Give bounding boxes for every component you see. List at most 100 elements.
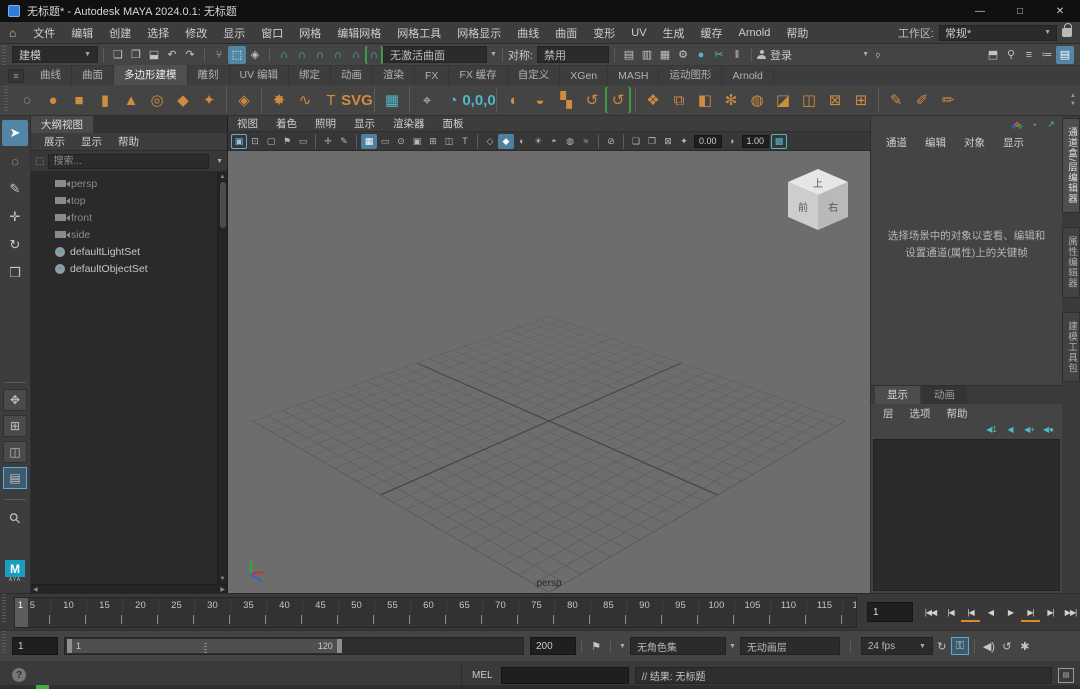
film-gate-icon[interactable]: ▭ — [377, 134, 393, 149]
svg-tool-icon[interactable]: SVG — [344, 87, 370, 113]
scale-tool[interactable]: ❒ — [2, 260, 28, 286]
gate-mask-icon[interactable]: ▣ — [409, 134, 425, 149]
zero-pivot-icon[interactable]: 0,0,0 — [466, 87, 492, 113]
smooth-shade-icon[interactable]: ◆ — [498, 134, 514, 149]
new-scene-icon[interactable]: ❏ — [109, 46, 127, 64]
step-back-frame-button[interactable]: |◀ — [941, 602, 960, 622]
center-pivot-icon[interactable]: ⌖ — [414, 87, 440, 113]
exposure-icon[interactable]: ✦ — [676, 134, 692, 149]
fullscreen-icon[interactable]: ⊠ — [660, 134, 676, 149]
menu-item[interactable]: 编辑 — [916, 133, 955, 151]
layer-editor-tab[interactable]: 动画 — [922, 386, 967, 404]
outliner-persp-layout-button[interactable]: ▤ — [3, 467, 27, 489]
exposure-field[interactable]: 0.00 — [694, 135, 722, 148]
chevron-down-icon[interactable]: ▼ — [619, 643, 626, 650]
undo-icon[interactable]: ↶ — [163, 46, 181, 64]
outliner-tab[interactable]: 大纲视图 — [31, 116, 93, 133]
menu-item[interactable]: 网格 — [291, 22, 329, 43]
polygon-cone-icon[interactable]: ▲ — [118, 87, 144, 113]
menu-item[interactable]: 显示 — [74, 133, 109, 150]
tool-settings-toggle-icon[interactable]: ≔ — [1038, 46, 1056, 64]
smooth-icon[interactable]: ✻ — [718, 87, 744, 113]
humanik-toggle-icon[interactable]: ⚲ — [1002, 46, 1020, 64]
sidebar-tab[interactable]: 属性编辑器 — [1062, 227, 1080, 298]
isolate-select-icon[interactable]: ⊘ — [603, 134, 619, 149]
bevel-icon[interactable]: ◪ — [770, 87, 796, 113]
playback-end-field[interactable] — [530, 637, 576, 655]
shelf-tab[interactable]: 渲染 — [373, 65, 415, 85]
shelf-scroll-arrows[interactable]: ▲ ▼ — [1070, 93, 1080, 107]
step-forward-key-button[interactable]: ▶| — [1021, 602, 1040, 622]
menu-item[interactable]: 帮助 — [111, 133, 146, 150]
bookmark-icon[interactable]: ⚑ — [587, 637, 605, 655]
make-live-icon[interactable]: ∩ — [365, 46, 383, 64]
camera-attributes-icon[interactable]: ▢ — [263, 134, 279, 149]
workspace-select[interactable]: 常规* ▼ — [939, 25, 1057, 41]
menu-item[interactable]: 对象 — [955, 133, 994, 151]
view-cube[interactable]: 上 前 右 — [788, 169, 848, 233]
render-view-icon[interactable]: ▤ — [620, 46, 638, 64]
manipulator-icon[interactable]: ✥ — [1010, 118, 1024, 132]
move-tool[interactable]: ✛ — [2, 204, 28, 230]
chevron-down-icon[interactable]: ▼ — [216, 158, 223, 165]
menu-item[interactable]: UV — [623, 22, 654, 43]
chevron-down-icon[interactable]: ▼ — [729, 643, 736, 650]
quad-draw-icon[interactable]: ✎ — [883, 87, 909, 113]
rotate-tool[interactable]: ↻ — [2, 232, 28, 258]
menu-item[interactable]: 选项 — [902, 404, 939, 422]
script-editor-icon[interactable]: ▤ — [1058, 668, 1074, 683]
wheel-icon[interactable]: ◍ — [744, 87, 770, 113]
lasso-select-tool[interactable]: ◌ — [2, 148, 28, 174]
sidebar-tab[interactable]: 通道盒/层编辑器 — [1062, 118, 1080, 213]
wireframe-icon[interactable]: ◇ — [482, 134, 498, 149]
live-surface-field[interactable]: 无激活曲面 — [383, 46, 487, 63]
shelf-tab[interactable]: FX 缓存 — [449, 65, 507, 85]
symmetry-select[interactable]: 禁用 — [537, 46, 609, 63]
mirror-icon[interactable]: ◫ — [796, 87, 822, 113]
menu-item[interactable]: 窗口 — [253, 22, 291, 43]
menu-item[interactable]: 帮助 — [778, 22, 816, 43]
snap-to-curve-icon[interactable]: ∩ — [293, 46, 311, 64]
menu-set-select[interactable]: 建模 ▼ — [12, 46, 98, 63]
animation-preferences-icon[interactable]: ✱ — [1016, 637, 1034, 655]
snap-to-point-icon[interactable]: ∩ — [311, 46, 329, 64]
help-icon[interactable]: ? — [12, 668, 26, 682]
single-pane-layout-button[interactable]: ✥ — [3, 389, 27, 411]
gamma-icon[interactable]: ◑ — [724, 134, 740, 149]
render-current-frame-icon[interactable]: ▥ — [638, 46, 656, 64]
search-input[interactable] — [48, 154, 209, 169]
paint-select-tool[interactable]: ✎ — [2, 176, 28, 202]
circularize-icon[interactable]: ◐ — [501, 87, 527, 113]
snapshot-icon[interactable]: ❏ — [628, 134, 644, 149]
menu-item[interactable]: Arnold — [731, 22, 779, 43]
redo-icon[interactable]: ↷ — [181, 46, 199, 64]
outliner-item[interactable]: defaultObjectSet — [31, 260, 217, 277]
component-mode-icon[interactable]: ◈ — [246, 46, 264, 64]
search-icon[interactable]: ⌕ — [865, 42, 890, 67]
separate-icon[interactable]: ⧉ — [666, 87, 692, 113]
polygon-sphere-icon[interactable]: ● — [40, 87, 66, 113]
shelf-menu-icon[interactable]: ≡ — [8, 69, 24, 83]
channel-box-toggle-icon[interactable]: ▤ — [1056, 46, 1074, 64]
render-setup-icon[interactable]: ✂ — [710, 46, 728, 64]
close-button[interactable]: ✕ — [1040, 0, 1080, 22]
play-backward-button[interactable]: ◀ — [981, 602, 1000, 622]
loop-toggle-icon[interactable]: ↻ — [933, 637, 951, 655]
polygon-torus-icon[interactable]: ◎ — [144, 87, 170, 113]
menu-item[interactable]: 文件 — [25, 22, 63, 43]
remesh-icon[interactable]: ⊞ — [848, 87, 874, 113]
pause-viewport-icon[interactable]: ‖ — [728, 46, 746, 64]
shelf-tab[interactable]: UV 编辑 — [230, 65, 290, 85]
shelf-tab[interactable]: 自定义 — [508, 65, 561, 85]
multi-cut-icon[interactable]: ✐ — [909, 87, 935, 113]
ipr-render-icon[interactable]: ▦ — [656, 46, 674, 64]
menu-item[interactable]: 显示 — [345, 116, 384, 131]
menu-item[interactable]: 帮助 — [939, 404, 976, 422]
go-to-end-button[interactable]: ▶▶| — [1061, 602, 1080, 622]
menu-item[interactable]: 面板 — [434, 116, 473, 131]
minimize-button[interactable]: — — [960, 0, 1000, 22]
shelf-tab[interactable]: 绑定 — [289, 65, 331, 85]
mel-command-input[interactable] — [501, 667, 629, 684]
hierarchy-mode-icon[interactable]: ⑂ — [210, 46, 228, 64]
chevron-down-icon[interactable]: ▼ — [490, 51, 497, 58]
